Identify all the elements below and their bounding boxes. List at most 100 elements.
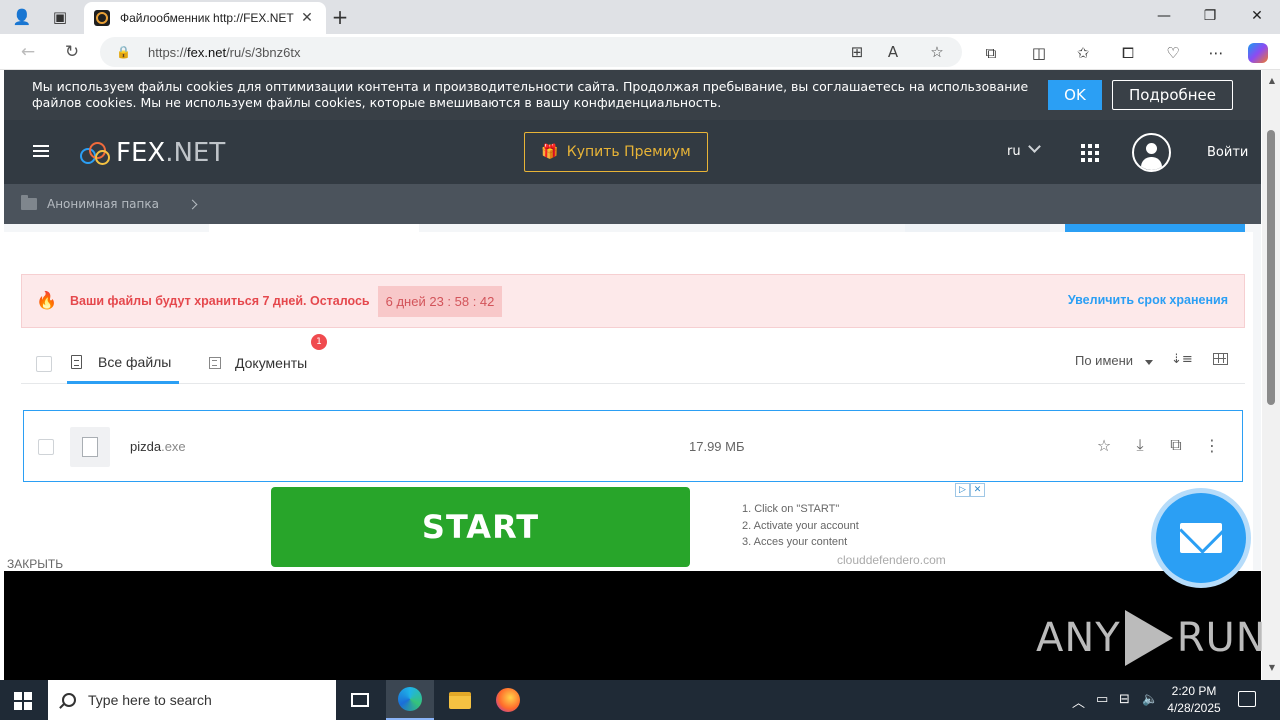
- document-icon: [71, 354, 82, 369]
- anyrun-watermark: ANY RUN: [1036, 610, 1267, 666]
- url-field[interactable]: 🔒 https://fex.net/ru/s/3bnz6tx ⊞ A ☆: [100, 37, 962, 67]
- refresh-icon[interactable]: ↻: [58, 40, 86, 64]
- select-all-checkbox[interactable]: [36, 356, 52, 372]
- sort-dropdown[interactable]: По имени: [1075, 353, 1133, 368]
- download-icon[interactable]: ⤓: [1130, 435, 1150, 455]
- mail-fab-button[interactable]: [1156, 493, 1246, 583]
- browser-tab[interactable]: Файлообменник http://FEX.NET ✕: [84, 2, 326, 34]
- buy-premium-button[interactable]: 🎁 Купить Премиум: [524, 132, 708, 172]
- tab-close-icon[interactable]: ✕: [298, 10, 316, 26]
- app-available-icon[interactable]: ⊞: [846, 42, 868, 62]
- address-bar: ← ↻ 🔒 https://fex.net/ru/s/3bnz6tx ⊞ A ☆…: [0, 34, 1280, 70]
- file-name[interactable]: pizda.exe: [130, 439, 186, 454]
- page-scrollbar[interactable]: ▲ ▼: [1262, 70, 1280, 680]
- network-icon[interactable]: ⊟: [1119, 692, 1130, 707]
- search-icon: [62, 693, 76, 707]
- favorites-icon[interactable]: ✩: [1072, 42, 1094, 64]
- scroll-thumb[interactable]: [1267, 130, 1275, 405]
- language-selector[interactable]: ru: [1007, 144, 1021, 159]
- apps-grid-icon[interactable]: [1081, 144, 1099, 162]
- more-options-icon[interactable]: ⋮: [1202, 435, 1222, 455]
- hidden-input-fragment: [209, 224, 419, 232]
- ad-close-icon[interactable]: ✕: [970, 483, 985, 497]
- copy-link-icon[interactable]: ⧉: [1166, 435, 1186, 455]
- gift-icon: 🎁: [541, 144, 559, 160]
- tab-all-files[interactable]: Все файлы: [67, 342, 179, 384]
- ad-domain[interactable]: clouddefendero.com: [837, 553, 946, 567]
- ad-choices[interactable]: ▷ ✕: [955, 483, 985, 497]
- ad-steps: 1. Click on "START" 2. Activate your acc…: [742, 503, 859, 548]
- chevron-down-icon[interactable]: [1028, 140, 1041, 153]
- sort-direction-icon[interactable]: ⇣≡: [1171, 352, 1193, 367]
- profile-icon[interactable]: 👤: [10, 5, 34, 29]
- login-link[interactable]: Войти: [1207, 145, 1248, 160]
- favorite-star-icon[interactable]: ☆: [926, 42, 948, 62]
- buy-premium-label: Купить Премиум: [566, 144, 691, 160]
- taskbar-edge[interactable]: [386, 680, 434, 720]
- file-size: 17.99 МБ: [689, 439, 745, 454]
- hidden-primary-fragment: [1065, 224, 1245, 232]
- extensions-icon[interactable]: ⧉: [980, 42, 1002, 64]
- play-icon: [1124, 610, 1173, 666]
- tab-all-files-label: Все файлы: [98, 353, 172, 370]
- taskbar-search[interactable]: Type here to search: [48, 680, 336, 720]
- file-explorer-icon: [449, 691, 471, 709]
- star-icon[interactable]: ☆: [1094, 435, 1114, 455]
- hidden-button-fragment: [905, 224, 1050, 232]
- tray-device-icon[interactable]: ▭: [1096, 692, 1108, 707]
- new-tab-icon[interactable]: +: [328, 5, 352, 29]
- breadcrumb: Анонимная папка: [4, 184, 1261, 224]
- back-icon[interactable]: ←: [14, 40, 42, 64]
- file-icon: [70, 427, 110, 467]
- minimize-icon[interactable]: —: [1141, 0, 1187, 32]
- storage-timer: 6 дней 23 : 58 : 42: [377, 285, 503, 317]
- edge-icon: [398, 687, 422, 711]
- page-viewport: Мы используем файлы cookies для оптимиза…: [0, 70, 1280, 680]
- taskbar-clock[interactable]: 2:20 PM 4/28/2025: [1160, 683, 1228, 717]
- ad-start-button[interactable]: START: [271, 487, 690, 567]
- task-view-button[interactable]: [336, 680, 384, 720]
- site-header: FEX.NET 🎁 Купить Премиум ru Войти: [4, 120, 1261, 184]
- folder-icon: [21, 195, 37, 210]
- settings-more-icon[interactable]: ⋯: [1205, 42, 1227, 64]
- scroll-down-icon[interactable]: ▼: [1269, 663, 1275, 672]
- notifications-icon[interactable]: [1238, 691, 1256, 707]
- tab-documents[interactable]: Документы: [209, 342, 307, 384]
- cookie-ok-button[interactable]: OK: [1048, 80, 1102, 110]
- chevron-right-icon: [187, 199, 198, 209]
- taskbar-explorer[interactable]: [436, 680, 484, 720]
- performance-icon[interactable]: ♡: [1162, 42, 1184, 64]
- file-checkbox[interactable]: [38, 439, 54, 455]
- scroll-up-icon[interactable]: ▲: [1269, 76, 1275, 85]
- split-screen-icon[interactable]: ◫: [1028, 42, 1050, 64]
- fire-icon: 🔥: [36, 291, 58, 311]
- volume-icon[interactable]: 🔈: [1142, 692, 1158, 707]
- ad-close-label[interactable]: ЗАКРЫТЬ: [7, 557, 63, 571]
- restore-icon[interactable]: ❐: [1187, 0, 1233, 32]
- fex-logo[interactable]: FEX.NET: [80, 138, 225, 168]
- fex-logo-mark-icon: [80, 140, 112, 166]
- tab-actions-icon[interactable]: ▣: [48, 5, 72, 29]
- grid-view-icon[interactable]: [1213, 353, 1228, 365]
- url-text: https://fex.net/ru/s/3bnz6tx: [148, 44, 301, 60]
- cookie-text: Мы используем файлы cookies для оптимиза…: [32, 79, 1029, 110]
- firefox-icon: [496, 688, 520, 712]
- collections-icon[interactable]: ⧠: [1117, 42, 1139, 64]
- storage-warning: 🔥 Ваши файлы будут храниться 7 дней. Ост…: [21, 274, 1245, 328]
- extend-storage-link[interactable]: Увеличить срок хранения: [1068, 293, 1228, 307]
- copilot-icon[interactable]: [1247, 42, 1269, 64]
- cookie-more-button[interactable]: Подробнее: [1112, 80, 1233, 110]
- caret-down-icon[interactable]: [1145, 360, 1153, 365]
- ad-banner: START 1. Click on "START" 2. Activate yo…: [0, 483, 1261, 573]
- user-avatar-icon[interactable]: [1132, 133, 1171, 172]
- menu-icon[interactable]: [33, 145, 49, 157]
- documents-count-badge: 1: [311, 334, 327, 350]
- breadcrumb-folder[interactable]: Анонимная папка: [47, 197, 159, 211]
- adchoices-icon[interactable]: ▷: [955, 483, 970, 497]
- taskbar-firefox[interactable]: [484, 680, 532, 720]
- windows-start-icon[interactable]: [14, 692, 32, 710]
- tray-chevron-icon[interactable]: ︿: [1072, 692, 1085, 711]
- table-row[interactable]: pizda.exe 17.99 МБ ☆ ⤓ ⧉ ⋮: [23, 410, 1243, 482]
- read-aloud-icon[interactable]: A: [882, 42, 904, 62]
- close-window-icon[interactable]: ✕: [1234, 0, 1280, 32]
